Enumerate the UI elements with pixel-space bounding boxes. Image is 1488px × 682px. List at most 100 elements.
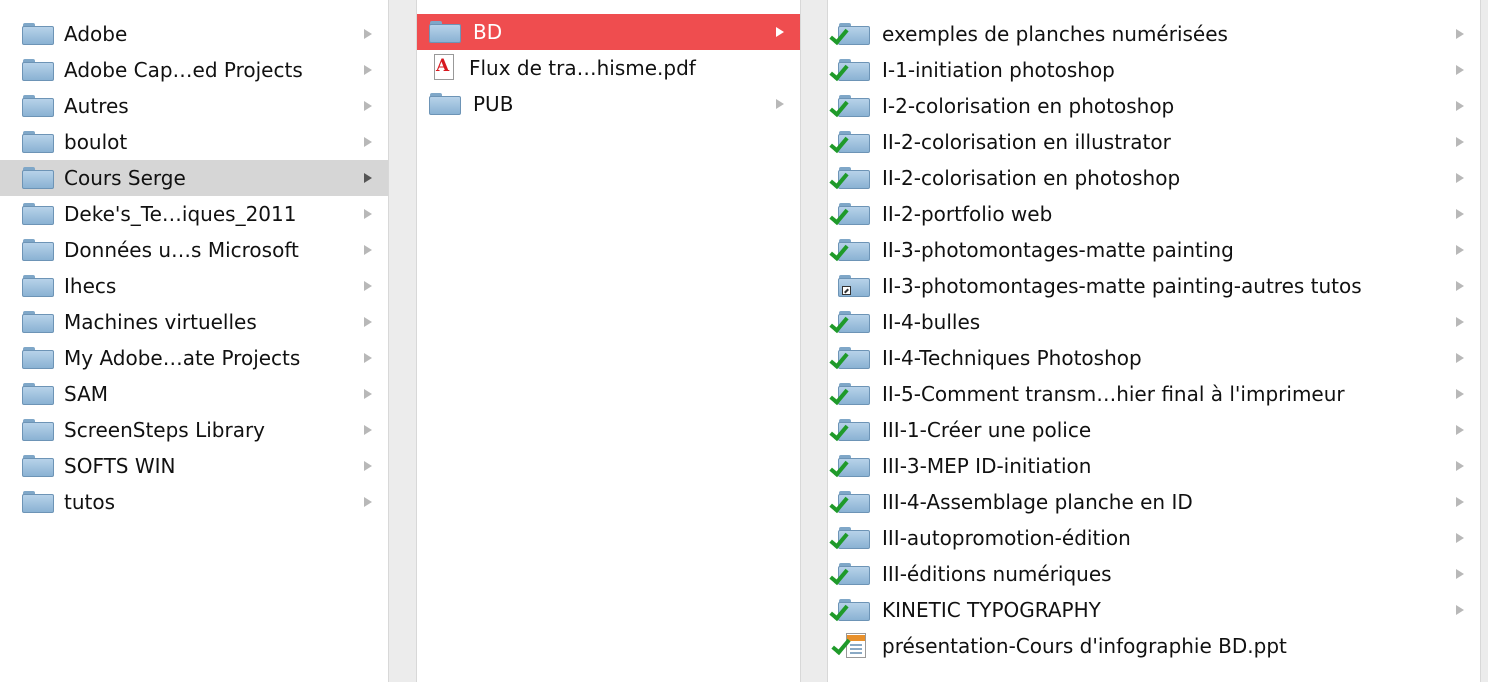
disclosure-arrow-icon [1456,101,1464,111]
folder-icon [22,491,54,513]
disclosure-arrow-icon [1456,245,1464,255]
folder-row-ihecs[interactable]: Ihecs [0,268,388,304]
synced-folder-icon [829,347,870,370]
folder-row-ii3-photomontages[interactable]: II-3-photomontages-matte painting [828,232,1480,268]
folder-icon [22,383,54,405]
folder-row-adobe[interactable]: Adobe [0,16,388,52]
item-label: I-2-colorisation en photoshop [882,94,1175,118]
folder-icon [22,95,54,117]
ppt-file-icon [831,633,870,659]
folder-row-ii5-comment-transmettre[interactable]: II-5-Comment transm…hier final à l'impri… [828,376,1480,412]
item-label: BD [473,20,503,44]
folder-row-ii4-bulles[interactable]: II-4-bulles [828,304,1480,340]
disclosure-arrow-icon [776,99,784,109]
synced-folder-icon [829,383,870,406]
synced-folder-icon [829,563,870,586]
synced-folder-icon [829,455,870,478]
folder-row-screensteps-library[interactable]: ScreenSteps Library [0,412,388,448]
alias-folder-icon [838,275,870,297]
file-row-presentation-ppt[interactable]: présentation-Cours d'infographie BD.ppt [828,628,1480,664]
folder-icon [22,275,54,297]
item-label: I-1-initiation photoshop [882,58,1115,82]
folder-row-i1-initiation-photoshop[interactable]: I-1-initiation photoshop [828,52,1480,88]
item-label: II-2-colorisation en photoshop [882,166,1181,190]
disclosure-arrow-icon [1456,173,1464,183]
alias-arrow-icon [842,286,851,295]
folder-row-exemples-planches[interactable]: exemples de planches numérisées [828,16,1480,52]
disclosure-arrow-icon [364,389,372,399]
disclosure-arrow-icon [1456,461,1464,471]
item-label: III-4-Assemblage planche en ID [882,490,1193,514]
folder-icon [22,59,54,81]
finder-column-3: exemples de planches numérisées I-1-init… [828,0,1480,682]
disclosure-arrow-icon [1456,29,1464,39]
item-label: III-3-MEP ID-initiation [882,454,1092,478]
folder-icon [22,455,54,477]
item-label: II-4-Techniques Photoshop [882,346,1142,370]
folder-row-iii-autopromotion[interactable]: III-autopromotion-édition [828,520,1480,556]
disclosure-arrow-icon [776,27,784,37]
pdf-file-icon: A [431,54,457,82]
folder-row-pub[interactable]: PUB [417,86,800,122]
item-label: II-3-photomontages-matte painting [882,238,1234,262]
item-label: exemples de planches numérisées [882,22,1228,46]
folder-row-iii3-mep-id[interactable]: III-3-MEP ID-initiation [828,448,1480,484]
folder-row-machines-virtuelles[interactable]: Machines virtuelles [0,304,388,340]
item-label: III-autopromotion-édition [882,526,1131,550]
disclosure-arrow-icon [364,353,372,363]
finder-column-2: BD A Flux de tra…hisme.pdf PUB [417,0,800,682]
folder-row-boulot[interactable]: boulot [0,124,388,160]
folder-row-iii-editions-numeriques[interactable]: III-éditions numériques [828,556,1480,592]
column-divider[interactable] [1480,0,1488,682]
folder-row-iii4-assemblage[interactable]: III-4-Assemblage planche en ID [828,484,1480,520]
synced-folder-icon [829,491,870,514]
folder-row-i2-colorisation-photoshop[interactable]: I-2-colorisation en photoshop [828,88,1480,124]
folder-row-tutos[interactable]: tutos [0,484,388,520]
disclosure-arrow-icon [1456,317,1464,327]
folder-row-kinetic-typography[interactable]: KINETIC TYPOGRAPHY [828,592,1480,628]
item-label: II-2-portfolio web [882,202,1053,226]
item-label: II-3-photomontages-matte painting-autres… [882,274,1362,298]
folder-row-softs-win[interactable]: SOFTS WIN [0,448,388,484]
folder-row-autres[interactable]: Autres [0,88,388,124]
item-label: Ihecs [64,274,117,298]
folder-row-bd[interactable]: BD [417,14,800,50]
folder-row-donnees-microsoft[interactable]: Données u…s Microsoft [0,232,388,268]
item-label: II-5-Comment transm…hier final à l'impri… [882,382,1345,406]
item-label: II-2-colorisation en illustrator [882,130,1171,154]
synced-folder-icon [829,167,870,190]
item-label: Cours Serge [64,166,186,190]
folder-row-ii2-colorisation-illustrator[interactable]: II-2-colorisation en illustrator [828,124,1480,160]
folder-row-adobe-captivate-projects[interactable]: Adobe Cap…ed Projects [0,52,388,88]
file-row-flux-pdf[interactable]: A Flux de tra…hisme.pdf [417,50,800,86]
folder-row-iii1-creer-police[interactable]: III-1-Créer une police [828,412,1480,448]
item-label: III-1-Créer une police [882,418,1092,442]
item-label: II-4-bulles [882,310,981,334]
column-divider[interactable] [800,0,828,682]
folder-icon [22,239,54,261]
folder-icon [22,203,54,225]
folder-row-sam[interactable]: SAM [0,376,388,412]
folder-icon [429,21,461,43]
folder-row-ii2-colorisation-photoshop[interactable]: II-2-colorisation en photoshop [828,160,1480,196]
disclosure-arrow-icon [364,137,372,147]
folder-row-my-adobe-projects[interactable]: My Adobe…ate Projects [0,340,388,376]
synced-folder-icon [829,131,870,154]
folder-row-ii3-photomontages-autres[interactable]: II-3-photomontages-matte painting-autres… [828,268,1480,304]
synced-folder-icon [829,203,870,226]
disclosure-arrow-icon [364,173,372,183]
disclosure-arrow-icon [1456,425,1464,435]
synced-folder-icon [829,23,870,46]
folder-row-dekes-techniques[interactable]: Deke's_Te…iques_2011 [0,196,388,232]
item-label: boulot [64,130,128,154]
disclosure-arrow-icon [1456,497,1464,507]
folder-row-cours-serge[interactable]: Cours Serge [0,160,388,196]
folder-row-ii2-portfolio-web[interactable]: II-2-portfolio web [828,196,1480,232]
synced-folder-icon [829,95,870,118]
disclosure-arrow-icon [364,101,372,111]
folder-row-ii4-techniques-photoshop[interactable]: II-4-Techniques Photoshop [828,340,1480,376]
disclosure-arrow-icon [364,497,372,507]
folder-icon [22,23,54,45]
item-label: Adobe [64,22,128,46]
column-divider[interactable] [388,0,417,682]
